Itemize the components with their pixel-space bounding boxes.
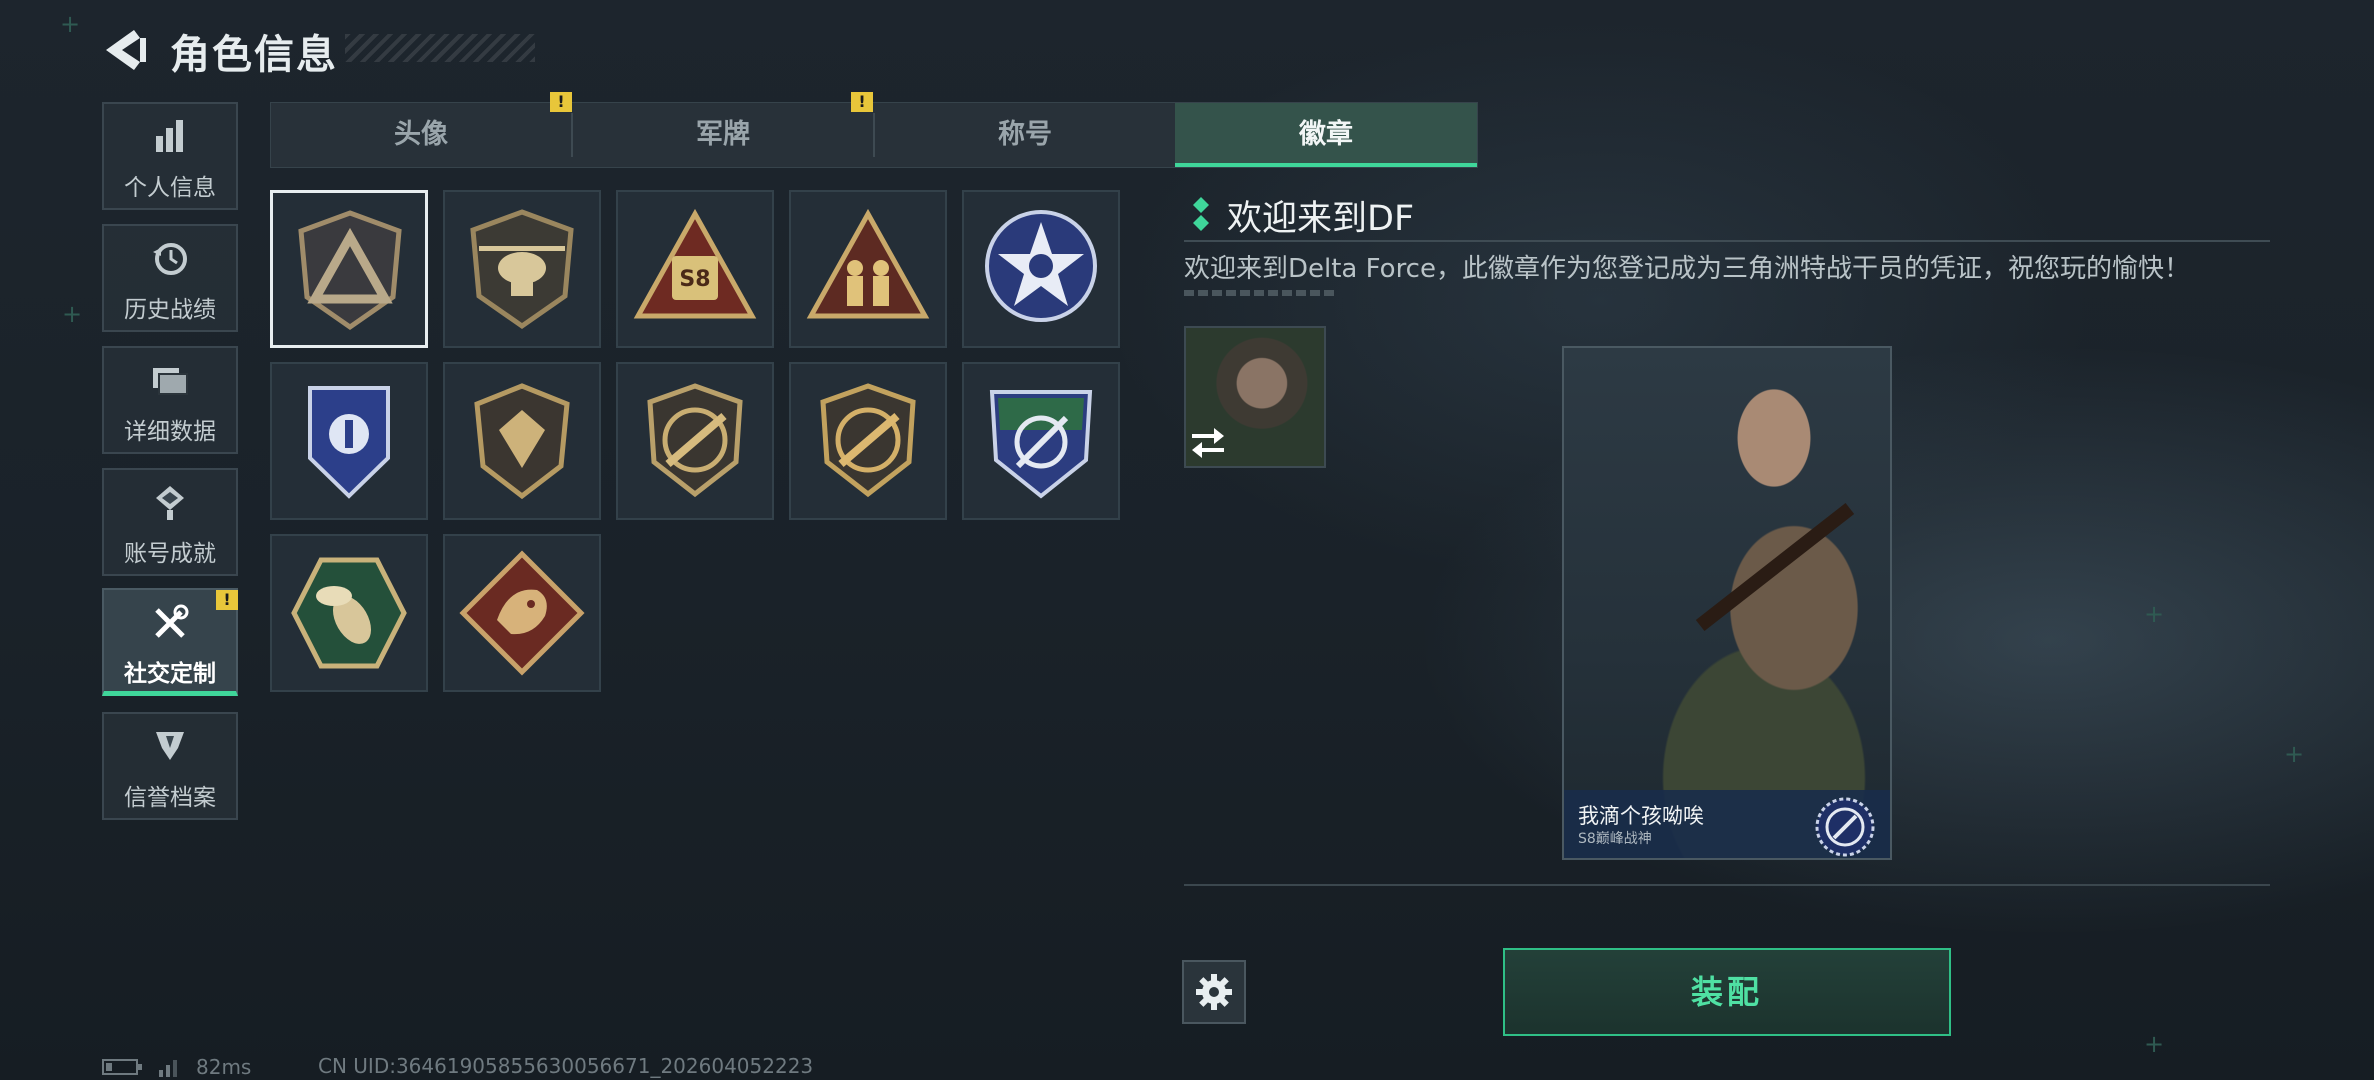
bee-badge-icon <box>291 557 407 669</box>
badge-dragon[interactable] <box>443 534 601 692</box>
badge-delta-triangle[interactable] <box>270 190 428 348</box>
nav-item-reputation[interactable]: 信誉档案 <box>102 712 238 820</box>
crosshair-decoration: + <box>62 300 83 328</box>
crosshair-decoration: + <box>60 10 81 38</box>
nav-label: 信誉档案 <box>124 785 216 811</box>
green-scope-badge-icon <box>989 390 1093 499</box>
uid-text: CN UID:3646190585563005667​1_20260405222… <box>318 1054 814 1078</box>
badge-s8-triangle[interactable]: S8 <box>616 190 774 348</box>
page-title: 角色信息 <box>170 32 338 78</box>
soldiers-triangle-badge-icon <box>806 208 930 319</box>
description-dots-decoration <box>1184 290 1334 296</box>
helicopter-badge-icon <box>470 209 574 330</box>
back-button[interactable] <box>100 26 150 74</box>
dragon-badge-icon <box>459 550 585 676</box>
badge-rifle-2[interactable] <box>789 362 947 520</box>
nav-item-profile[interactable]: 个人信息 <box>102 102 238 210</box>
diamond-marker-icon <box>1193 197 1209 231</box>
folder-icon <box>104 362 236 402</box>
settings-button[interactable] <box>1182 960 1246 1024</box>
alert-badge: ! <box>851 92 873 112</box>
nav-item-detailed-data[interactable]: 详细数据 <box>102 346 238 454</box>
nav-item-social-customization[interactable]: 社交定制 ! <box>102 588 238 696</box>
nav-label: 详细数据 <box>124 419 216 445</box>
nav-item-achievements[interactable]: 账号成就 <box>102 468 238 576</box>
card-player-name: 我滴个孩呦唉 <box>1578 804 1704 828</box>
badge-helicopter[interactable] <box>443 190 601 348</box>
battery-icon <box>102 1059 142 1075</box>
divider <box>1184 884 2270 886</box>
nav-label: 社交定制 <box>124 661 216 687</box>
badge-bee[interactable] <box>270 534 428 692</box>
back-arrow-icon <box>106 30 146 70</box>
tab-label: 称号 <box>998 119 1052 150</box>
tools-icon <box>104 604 236 644</box>
alert-badge: ! <box>216 590 238 610</box>
crosshair-decoration: + <box>2144 1030 2165 1058</box>
badge-detail-description: 欢迎来到Delta Force，此徽章作为您登记成为三角洲特战干员的凭证，祝您玩… <box>1184 254 2190 284</box>
badge-green-scope[interactable] <box>962 362 1120 520</box>
s8-text: S8 <box>679 267 710 292</box>
tab-bar: 头像 军牌 称号 徽章 <box>270 102 1478 168</box>
s8-triangle-badge-icon: S8 <box>633 208 757 319</box>
ping-text: 82ms <box>196 1055 252 1079</box>
badge-soldiers-triangle[interactable] <box>789 190 947 348</box>
badge-gem-shield[interactable] <box>443 362 601 520</box>
tab-label: 徽章 <box>1299 119 1353 150</box>
achievement-icon <box>104 484 236 524</box>
nav-item-history[interactable]: 历史战绩 <box>102 224 238 332</box>
nav-label: 个人信息 <box>124 175 216 201</box>
delta-triangle-badge-icon <box>298 210 402 331</box>
signal-icon <box>159 1060 177 1077</box>
alert-badge: ! <box>550 92 572 112</box>
tab-label: 军牌 <box>696 119 750 150</box>
gem-shield-badge-icon <box>474 383 570 500</box>
badge-rifle-1[interactable] <box>616 362 774 520</box>
card-badge-emblem-icon <box>1815 797 1875 857</box>
tab-dog-tag[interactable]: 军牌 <box>573 103 873 167</box>
equip-button[interactable]: 装配 <box>1503 948 1951 1036</box>
card-player-title: S8巅峰战神 <box>1578 831 1652 847</box>
gear-icon <box>1196 974 1232 1010</box>
divider <box>1184 240 2270 242</box>
rifle-badge-2-icon <box>820 383 916 498</box>
nav-label: 历史战绩 <box>124 297 216 323</box>
tab-badge[interactable]: 徽章 <box>1175 103 1477 167</box>
title-stripe-decoration <box>345 34 535 62</box>
badge-blue-wings[interactable] <box>270 362 428 520</box>
tab-avatar[interactable]: 头像 <box>271 103 571 167</box>
history-icon <box>104 240 236 280</box>
swap-icon[interactable] <box>1188 424 1228 460</box>
badge-star-blue[interactable] <box>962 190 1120 348</box>
status-bar: 82ms <box>102 1054 251 1080</box>
star-blue-badge-icon <box>985 210 1097 322</box>
reputation-icon <box>104 728 236 768</box>
nav-label: 账号成就 <box>124 541 216 567</box>
blue-wings-badge-icon <box>308 386 390 499</box>
rifle-badge-1-icon <box>647 383 743 498</box>
tab-title[interactable]: 称号 <box>875 103 1175 167</box>
badge-detail-title: 欢迎来到DF <box>1227 199 1415 239</box>
tab-label: 头像 <box>394 119 448 150</box>
crosshair-decoration: + <box>2144 600 2165 628</box>
bar-chart-icon <box>104 118 236 158</box>
crosshair-decoration: + <box>2284 740 2305 768</box>
